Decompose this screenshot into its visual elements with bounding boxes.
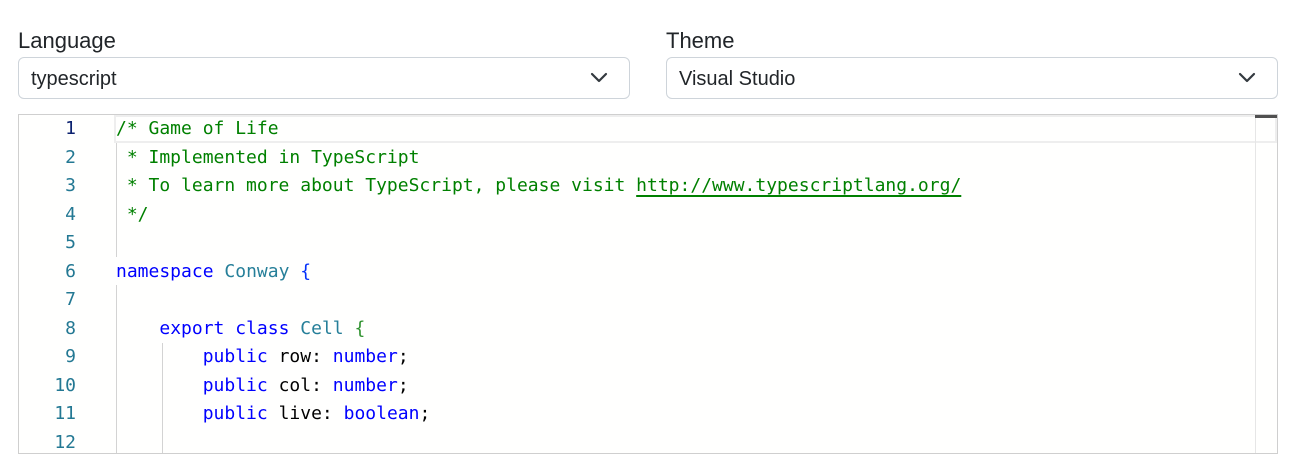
code-token: public <box>203 375 268 396</box>
chevron-down-icon <box>589 69 609 87</box>
code-token <box>214 261 225 282</box>
code-token: ; <box>398 346 409 367</box>
line-number: 11 <box>19 400 99 429</box>
code-token <box>116 375 203 396</box>
line-number: 5 <box>19 229 99 258</box>
code-token: Cell <box>300 318 343 339</box>
code-token: : <box>311 346 333 367</box>
code-line: * Implemented in TypeScript <box>116 144 961 173</box>
language-label: Language <box>18 26 116 56</box>
code-line: namespace Conway { <box>116 258 961 287</box>
code-token: ; <box>419 403 430 424</box>
line-number: 12 <box>19 429 99 454</box>
language-selected-value: typescript <box>31 66 117 92</box>
code-token: export <box>159 318 224 339</box>
code-token: * Implemented in TypeScript <box>116 147 419 168</box>
code-token: row <box>268 346 311 367</box>
vertical-scrollbar-track[interactable] <box>1255 115 1256 454</box>
line-number: 4 <box>19 201 99 230</box>
theme-select[interactable]: Visual Studio <box>666 57 1278 99</box>
code-token: public <box>203 346 268 367</box>
code-token: /* Game of Life <box>116 118 279 139</box>
code-line: public live: boolean; <box>116 400 961 429</box>
code-line: public row: number; <box>116 343 961 372</box>
line-number: 8 <box>19 315 99 344</box>
line-number: 1 <box>19 115 99 144</box>
code-token: { <box>300 261 311 282</box>
code-editor[interactable]: 123456789101112 /* Game of Life * Implem… <box>18 114 1278 454</box>
line-number: 10 <box>19 372 99 401</box>
code-token: number <box>333 375 398 396</box>
theme-label: Theme <box>666 26 734 56</box>
code-token <box>116 403 203 424</box>
code-line <box>116 229 961 258</box>
line-number: 9 <box>19 343 99 372</box>
code-token: namespace <box>116 261 214 282</box>
code-line <box>116 429 961 454</box>
code-token <box>224 318 235 339</box>
code-line: */ <box>116 201 961 230</box>
code-token: { <box>354 318 365 339</box>
line-number: 2 <box>19 144 99 173</box>
code-token <box>116 346 203 367</box>
code-token: : <box>311 375 333 396</box>
code-token: boolean <box>344 403 420 424</box>
code-token: col <box>268 375 311 396</box>
theme-selected-value: Visual Studio <box>679 66 795 92</box>
line-number: 6 <box>19 258 99 287</box>
code-token: : <box>322 403 344 424</box>
code-token: public <box>203 403 268 424</box>
chevron-down-icon <box>1237 69 1257 87</box>
code-token: live <box>268 403 322 424</box>
code-token <box>344 318 355 339</box>
line-number: 3 <box>19 172 99 201</box>
code-token <box>289 318 300 339</box>
code-token <box>116 318 159 339</box>
code-line: export class Cell { <box>116 315 961 344</box>
code-line: /* Game of Life <box>116 115 961 144</box>
line-number: 7 <box>19 286 99 315</box>
code-line <box>116 286 961 315</box>
code-line: public col: number; <box>116 372 961 401</box>
code-token: number <box>333 346 398 367</box>
code-token: Conway <box>224 261 289 282</box>
code-content[interactable]: /* Game of Life * Implemented in TypeScr… <box>116 115 961 454</box>
code-link[interactable]: http://www.typescriptlang.org/ <box>636 175 961 196</box>
code-token <box>289 261 300 282</box>
line-number-gutter: 123456789101112 <box>19 115 99 454</box>
code-token: ; <box>398 375 409 396</box>
code-token: class <box>235 318 289 339</box>
scrollbar-thumb[interactable] <box>1255 115 1277 118</box>
language-select[interactable]: typescript <box>18 57 630 99</box>
code-line: * To learn more about TypeScript, please… <box>116 172 961 201</box>
code-token: * To learn more about TypeScript, please… <box>116 175 636 196</box>
code-token: */ <box>116 204 149 225</box>
